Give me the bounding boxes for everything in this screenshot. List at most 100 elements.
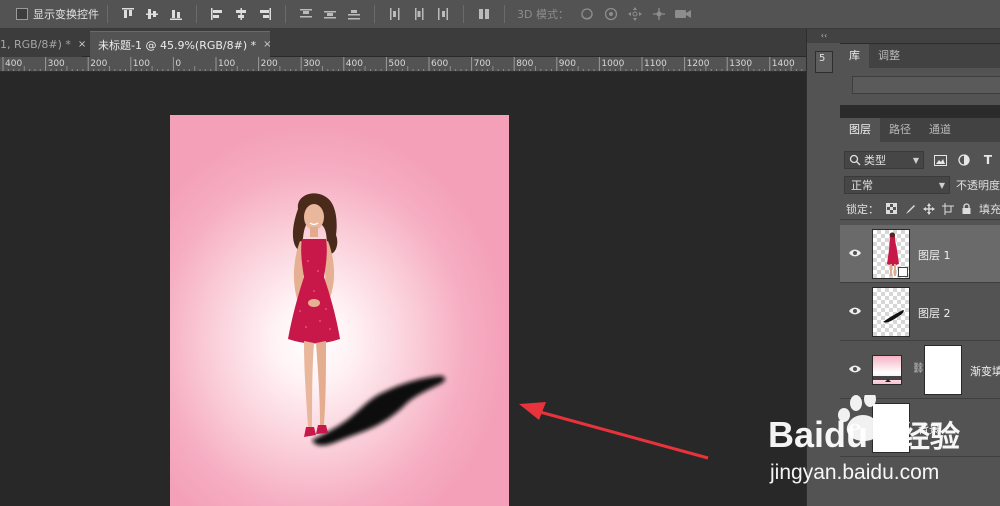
- layer-item[interactable]: 图层 2: [840, 283, 1000, 341]
- kind-filter-value: 类型: [864, 154, 886, 167]
- 3d-scale-camera-icon[interactable]: [674, 5, 692, 23]
- lock-artboard-icon[interactable]: [942, 202, 954, 216]
- lock-label: 锁定：: [846, 202, 879, 216]
- lock-transparent-pixels-icon[interactable]: [886, 202, 897, 216]
- show-transform-label: 显示变换控件: [33, 8, 99, 21]
- distribute-vertical-centers-icon[interactable]: [321, 5, 339, 23]
- eye-icon[interactable]: [848, 304, 862, 318]
- document-tab-active[interactable]: 未标题-1 @ 45.9%(RGB/8#) * ×: [90, 31, 272, 57]
- document-tab-bar: 1, RGB/8#) * × 未标题-1 @ 45.9%(RGB/8#) * ×: [0, 29, 806, 57]
- align-top-edges-icon[interactable]: [119, 5, 137, 23]
- ruler-label: 1000: [601, 59, 624, 69]
- distribute-right-icon[interactable]: [434, 5, 452, 23]
- chevron-down-icon: ▼: [912, 155, 919, 165]
- align-vertical-centers-icon[interactable]: [143, 5, 161, 23]
- link-chain-icon[interactable]: ⛓: [912, 363, 925, 374]
- search-icon: [849, 154, 861, 166]
- lock-image-pixels-icon[interactable]: [904, 202, 916, 216]
- align-horizontal-centers-icon[interactable]: [232, 5, 250, 23]
- horizontal-ruler[interactable]: 400 300 200 100 0 100 200 300 400 500 600 700 800 900…: [0, 57, 806, 72]
- blend-row: 正常 ▼ 不透明度: [840, 174, 1000, 196]
- layer-name: 图层 2: [918, 307, 951, 320]
- tab-adjustments[interactable]: 调整: [869, 44, 909, 68]
- ruler-label: 1300: [729, 59, 752, 69]
- options-separator: [374, 5, 375, 23]
- tab-label: 未标题-1 @ 45.9%(RGB/8#) *: [98, 38, 257, 52]
- canvas-area[interactable]: [0, 72, 806, 506]
- layer-mask-thumbnail[interactable]: [924, 345, 962, 395]
- layer-filter-row: 类型 ▼ T: [840, 148, 1000, 172]
- options-separator: [196, 5, 197, 23]
- history-panel-icon[interactable]: 5: [815, 51, 833, 73]
- auto-align-layers-icon[interactable]: [475, 5, 493, 23]
- close-icon[interactable]: ×: [263, 39, 271, 50]
- filter-type-icon[interactable]: T: [980, 152, 996, 168]
- lock-all-icon[interactable]: [961, 202, 972, 216]
- layer-item[interactable]: ⛓ 渐变填: [840, 341, 1000, 399]
- smart-object-badge-icon: [898, 267, 908, 277]
- chevron-down-icon: ▼: [938, 180, 945, 190]
- eye-icon[interactable]: [848, 246, 862, 260]
- ruler-label: 1100: [644, 59, 667, 69]
- layers-panel-tabs: 图层 路径 通道: [840, 118, 1000, 142]
- filter-pixel-icon[interactable]: [932, 152, 948, 168]
- ruler-label: 200: [261, 59, 278, 69]
- panel-collapse-bar[interactable]: [840, 29, 1000, 43]
- collapse-panels-button[interactable]: ‹‹: [807, 29, 841, 43]
- layer-item[interactable]: 图层 1: [840, 225, 1000, 283]
- opacity-label: 不透明度: [956, 179, 1000, 192]
- align-bottom-edges-icon[interactable]: [167, 5, 185, 23]
- layer-name: 图层 1: [918, 249, 951, 262]
- 3d-roll-icon[interactable]: [602, 5, 620, 23]
- distribute-horizontal-centers-icon[interactable]: [410, 5, 428, 23]
- baidu-jingyan-watermark: Baidu 经验 jingyan.baidu.com: [760, 391, 1000, 495]
- watermark-url: jingyan.baidu.com: [769, 461, 939, 484]
- ruler-label: 1200: [687, 59, 710, 69]
- close-icon[interactable]: ×: [78, 39, 86, 50]
- layer-name: 渐变填: [970, 365, 1000, 378]
- align-right-edges-icon[interactable]: [256, 5, 274, 23]
- history-glyph: 5: [819, 53, 826, 64]
- 3d-slide-icon[interactable]: [650, 5, 668, 23]
- tab-paths[interactable]: 路径: [880, 118, 920, 142]
- eye-icon[interactable]: [848, 362, 862, 376]
- options-separator: [285, 5, 286, 23]
- tab-libraries[interactable]: 库: [840, 44, 869, 68]
- library-select[interactable]: [852, 76, 1000, 94]
- options-separator: [107, 5, 108, 23]
- ruler-label: 300: [48, 59, 65, 69]
- lock-row: 锁定： 填充: [840, 198, 1000, 220]
- ruler-label: 500: [388, 59, 405, 69]
- layer-thumbnail: [872, 229, 910, 279]
- ruler-label: 200: [90, 59, 107, 69]
- kind-filter-select[interactable]: 类型 ▼: [844, 151, 924, 169]
- distribute-left-icon[interactable]: [386, 5, 404, 23]
- 3d-pan-icon[interactable]: [626, 5, 644, 23]
- tab-label: 1, RGB/8#) *: [0, 37, 71, 51]
- 3d-rotate-icon[interactable]: [578, 5, 596, 23]
- document-tab-previous[interactable]: 1, RGB/8#) * ×: [0, 31, 86, 57]
- baidu-logo: Baidu 经验 jingyan.baidu.com: [768, 391, 960, 484]
- blend-mode-select[interactable]: 正常 ▼: [844, 176, 950, 194]
- filter-adjustment-icon[interactable]: [956, 152, 972, 168]
- align-left-edges-icon[interactable]: [208, 5, 226, 23]
- ruler-label: 300: [303, 59, 320, 69]
- show-transform-checkbox[interactable]: [16, 8, 28, 20]
- ruler-label: 600: [431, 59, 448, 69]
- tab-channels[interactable]: 通道: [920, 118, 960, 142]
- library-panel: 库 调整: [840, 43, 1000, 105]
- options-separator: [463, 5, 464, 23]
- lock-position-icon[interactable]: [923, 202, 935, 216]
- tab-layers[interactable]: 图层: [840, 118, 880, 142]
- ruler-label: 400: [346, 59, 363, 69]
- ruler-label: 400: [5, 59, 22, 69]
- ruler-label: 100: [133, 59, 150, 69]
- options-separator: [504, 5, 505, 23]
- ruler-label: 0: [175, 59, 181, 69]
- ruler-label: 800: [516, 59, 533, 69]
- distribute-bottom-icon[interactable]: [345, 5, 363, 23]
- library-panel-tabs: 库 调整: [840, 44, 1000, 68]
- distribute-top-icon[interactable]: [297, 5, 315, 23]
- layer-thumbnail: [872, 287, 910, 337]
- blend-mode-value: 正常: [851, 179, 873, 192]
